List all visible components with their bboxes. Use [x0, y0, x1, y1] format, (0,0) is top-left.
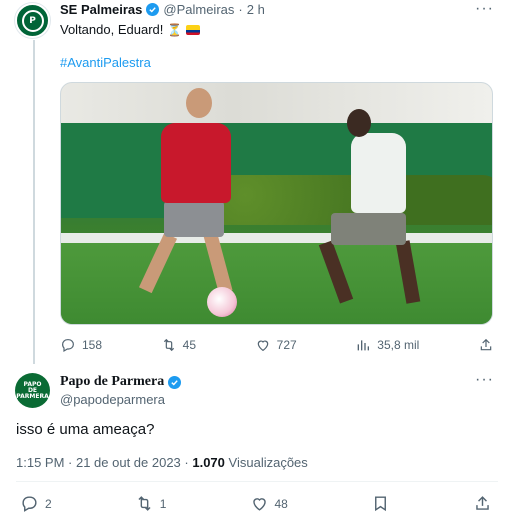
- reply-icon: [22, 496, 37, 512]
- player1-jersey: [161, 123, 231, 203]
- tweet2-handle[interactable]: @papodeparmera: [60, 392, 165, 407]
- tweet1-like-button[interactable]: 727: [255, 337, 297, 353]
- photo-grass: [61, 243, 492, 324]
- tweet1-views-button[interactable]: 35,8 mil: [355, 337, 419, 353]
- tweet2-views-count: 1.070: [192, 455, 225, 470]
- photo-fence: [61, 233, 492, 243]
- tweet1-time[interactable]: 2 h: [247, 2, 265, 17]
- share-icon: [476, 496, 489, 510]
- thread-connector: [33, 40, 35, 364]
- tweet2-text: isso é uma ameaça?: [16, 421, 155, 438]
- tweet1-text: Voltando, Eduard!: [60, 22, 164, 37]
- tweet1-share-button[interactable]: [478, 337, 494, 353]
- tweet1-like-count: 727: [276, 338, 297, 352]
- tweet1-reply-count: 158: [82, 338, 103, 352]
- avatar-text-line: PARMERA: [16, 392, 49, 400]
- heart-icon: [257, 340, 268, 352]
- tweet2-reply-count: 2: [45, 496, 52, 511]
- tweet1-photo[interactable]: [60, 82, 493, 325]
- player2-shorts: [331, 213, 406, 245]
- tweet2-header: Papo de Parmera: [60, 374, 182, 390]
- retweet-icon: [163, 338, 174, 352]
- tweet2-reply-button[interactable]: 2: [20, 494, 52, 513]
- tweet2-like-count: 48: [274, 496, 288, 511]
- tweet1-views-count: 35,8 mil: [377, 338, 420, 352]
- tweet1-more-icon[interactable]: ···: [475, 0, 494, 18]
- colombia-flag-icon: [186, 24, 201, 35]
- heart-icon: [252, 498, 266, 511]
- tweet1-author-name[interactable]: SE Palmeiras: [60, 2, 142, 17]
- retweet-icon: [138, 496, 151, 511]
- tweet1-text-row: Voltando, Eduard! ⏳: [60, 22, 201, 37]
- share-icon: [480, 338, 492, 351]
- bar-chart-icon: [357, 340, 370, 351]
- tweet1-retweet-count: 45: [182, 338, 197, 352]
- football: [207, 287, 237, 317]
- tweet2-timestamp[interactable]: 1:15 PM · 21 de out de 2023 ·: [16, 455, 189, 470]
- tweet1-hashtag-link[interactable]: #AvantiPalestra: [60, 55, 151, 70]
- tweet2-meta: 1:15 PM · 21 de out de 2023 · 1.070 Visu…: [16, 455, 308, 470]
- reply-icon: [62, 339, 74, 353]
- tweet1-separator: ·: [238, 2, 243, 17]
- bookmark-icon: [374, 496, 386, 512]
- player1-shorts: [164, 201, 224, 237]
- palmeiras-avatar[interactable]: P: [15, 3, 50, 38]
- tweet2-views-label: Visualizações: [228, 455, 308, 470]
- tweet2-action-bar: 2 1 48: [20, 494, 492, 513]
- tweet2-bookmark-button[interactable]: [371, 494, 390, 513]
- player2-shirt: [351, 133, 406, 213]
- tweet1-retweet-button[interactable]: 45: [161, 337, 196, 353]
- tweet2-author-name[interactable]: Papo de Parmera: [60, 374, 164, 390]
- player2-head: [347, 109, 371, 137]
- tweet2-share-button[interactable]: [473, 494, 492, 513]
- player1-head: [186, 88, 212, 118]
- verified-badge-icon: [168, 375, 182, 389]
- tweet1-reply-button[interactable]: 158: [60, 337, 102, 353]
- tweet2-like-button[interactable]: 48: [250, 494, 288, 513]
- tweet2-retweet-count: 1: [159, 496, 167, 511]
- tweet2-retweet-button[interactable]: 1: [135, 494, 167, 513]
- divider: [16, 481, 498, 482]
- hourglass-icon: ⏳: [167, 22, 183, 37]
- palmeiras-crest-icon: P: [21, 9, 44, 32]
- papo-de-parmera-avatar[interactable]: PAPO DE PARMERA: [15, 373, 50, 408]
- tweet1-header: SE Palmeiras @Palmeiras · 2 h: [60, 2, 265, 17]
- tweet1-action-bar: 158 45 727 35,8 mil: [60, 337, 494, 353]
- verified-badge-icon: [146, 3, 160, 16]
- tweet1-handle[interactable]: @Palmeiras: [163, 2, 234, 17]
- tweet2-more-icon[interactable]: ···: [475, 371, 494, 389]
